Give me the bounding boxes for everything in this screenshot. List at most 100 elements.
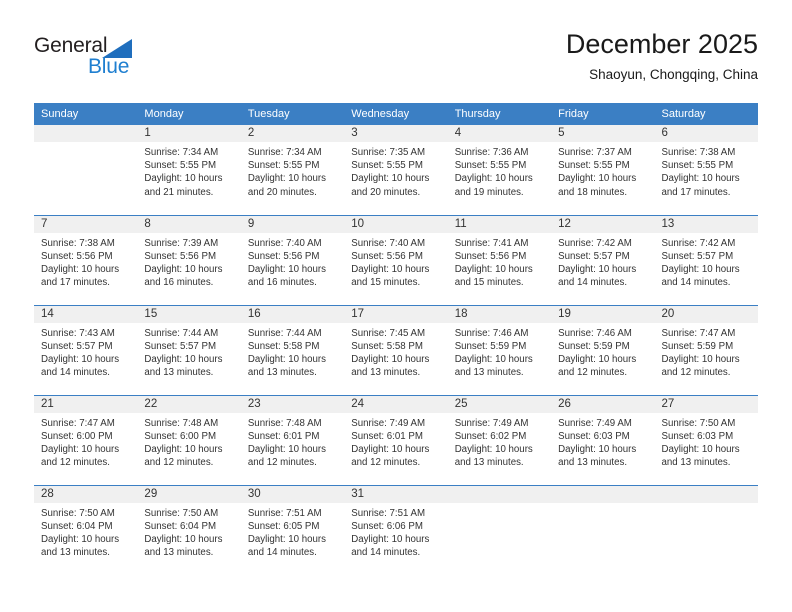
sunset-text: Sunset: 5:55 PM <box>144 160 217 172</box>
sunrise-text: Sunrise: 7:50 AM <box>144 507 219 519</box>
daylight-text: Daylight: 10 hours and 15 minutes. <box>454 263 533 289</box>
day-cell[interactable]: 14 Sunrise: 7:43 AM Sunset: 5:57 PM Dayligh… <box>34 304 138 395</box>
page-title: December 2025 <box>565 29 758 59</box>
sunset-text: Sunset: 6:04 PM <box>41 520 113 532</box>
day-cell[interactable]: 10 Sunrise: 7:40 AM Sunset: 5:56 PM Dayligh… <box>344 214 448 305</box>
daylight-text: Daylight: 10 hours and 13 minutes. <box>661 443 740 469</box>
day-cell[interactable]: 23 Sunrise: 7:48 AM Sunset: 6:01 PM Dayligh… <box>240 394 345 485</box>
day-cell[interactable]: 7 Sunrise: 7:38 AM Sunset: 5:56 PM Daylight… <box>34 214 138 305</box>
day-number: 24 <box>344 395 448 413</box>
sunset-text: Sunset: 5:59 PM <box>454 340 527 352</box>
day-cell[interactable]: 30 Sunrise: 7:51 AM Sunset: 6:05 PM Dayligh… <box>240 484 345 575</box>
sunrise-text: Sunrise: 7:42 AM <box>661 237 736 249</box>
day-cell-empty <box>447 484 552 575</box>
sunrise-text: Sunrise: 7:49 AM <box>558 417 632 429</box>
day-cell[interactable]: 6 Sunrise: 7:38 AM Sunset: 5:55 PM Daylight… <box>654 125 758 215</box>
day-cell[interactable]: 16 Sunrise: 7:44 AM Sunset: 5:58 PM Dayligh… <box>240 304 345 395</box>
day-cell[interactable]: 4 Sunrise: 7:36 AM Sunset: 5:55 PM Daylight… <box>447 125 552 215</box>
day-number: 15 <box>137 305 241 323</box>
day-details: Sunrise: 7:46 AM Sunset: 5:59 PM Daylight:… <box>448 323 551 380</box>
day-number: 3 <box>344 125 448 142</box>
sunrise-text: Sunrise: 7:35 AM <box>351 147 426 158</box>
day-cell[interactable]: 26 Sunrise: 7:49 AM Sunset: 6:03 PM Dayligh… <box>551 394 655 485</box>
daylight-text: Daylight: 10 hours and 16 minutes. <box>144 263 223 289</box>
sunrise-text: Sunrise: 7:41 AM <box>454 237 529 249</box>
day-cell[interactable]: 15 Sunrise: 7:44 AM Sunset: 5:57 PM Dayligh… <box>137 304 241 395</box>
day-cell[interactable]: 8 Sunrise: 7:39 AM Sunset: 5:56 PM Daylight… <box>137 214 241 305</box>
sunset-text: Sunset: 5:59 PM <box>661 340 734 352</box>
sunrise-text: Sunrise: 7:45 AM <box>351 327 426 339</box>
day-cell[interactable]: 22 Sunrise: 7:48 AM Sunset: 6:00 PM Dayligh… <box>137 394 241 485</box>
day-details: Sunrise: 7:40 AM Sunset: 5:56 PM Daylight:… <box>344 233 447 290</box>
sunrise-text: Sunrise: 7:51 AM <box>351 507 426 519</box>
day-details: Sunrise: 7:40 AM Sunset: 5:56 PM Daylight:… <box>241 233 344 290</box>
day-cell[interactable]: 29 Sunrise: 7:50 AM Sunset: 6:04 PM Dayligh… <box>137 484 241 575</box>
sunset-text: Sunset: 6:00 PM <box>144 430 217 442</box>
daylight-text: Daylight: 10 hours and 18 minutes. <box>558 173 637 198</box>
daylight-text: Daylight: 10 hours and 13 minutes. <box>454 353 533 379</box>
daylight-text: Daylight: 10 hours and 13 minutes. <box>454 443 533 469</box>
day-cell[interactable]: 20 Sunrise: 7:47 AM Sunset: 5:59 PM Dayligh… <box>654 304 758 395</box>
sunset-text: Sunset: 5:56 PM <box>454 250 527 262</box>
day-number <box>551 485 655 503</box>
sunset-text: Sunset: 6:06 PM <box>351 520 423 532</box>
day-details: Sunrise: 7:50 AM Sunset: 6:03 PM Daylight:… <box>655 413 758 470</box>
day-cell[interactable]: 19 Sunrise: 7:46 AM Sunset: 5:59 PM Dayligh… <box>551 304 655 395</box>
sunrise-text: Sunrise: 7:39 AM <box>144 237 219 249</box>
calendar-week-row: 28 Sunrise: 7:50 AM Sunset: 6:04 PM Dayligh… <box>34 484 758 575</box>
sunset-text: Sunset: 6:03 PM <box>661 430 734 442</box>
day-details: Sunrise: 7:48 AM Sunset: 6:00 PM Daylight:… <box>137 413 240 470</box>
day-number: 28 <box>34 485 138 503</box>
day-cell[interactable]: 31 Sunrise: 7:51 AM Sunset: 6:06 PM Dayligh… <box>344 484 448 575</box>
day-cell[interactable]: 1 Sunrise: 7:34 AM Sunset: 5:55 PM Daylight… <box>137 125 241 215</box>
weekday-header-thursday: Thursday <box>447 103 552 125</box>
sunset-text: Sunset: 5:57 PM <box>41 340 113 352</box>
day-details: Sunrise: 7:42 AM Sunset: 5:57 PM Daylight:… <box>551 233 654 290</box>
day-number: 10 <box>344 215 448 233</box>
day-cell[interactable]: 27 Sunrise: 7:50 AM Sunset: 6:03 PM Dayligh… <box>654 394 758 485</box>
daylight-text: Daylight: 10 hours and 12 minutes. <box>661 353 740 379</box>
day-details: Sunrise: 7:50 AM Sunset: 6:04 PM Daylight:… <box>34 503 137 560</box>
sunrise-text: Sunrise: 7:50 AM <box>661 417 736 429</box>
daylight-text: Daylight: 10 hours and 13 minutes. <box>351 353 430 379</box>
day-cell[interactable]: 13 Sunrise: 7:42 AM Sunset: 5:57 PM Dayligh… <box>654 214 758 305</box>
sunrise-text: Sunrise: 7:49 AM <box>454 417 529 429</box>
sunset-text: Sunset: 6:04 PM <box>144 520 217 532</box>
day-cell[interactable]: 5 Sunrise: 7:37 AM Sunset: 5:55 PM Daylight… <box>551 125 655 215</box>
sunset-text: Sunset: 5:56 PM <box>247 250 320 262</box>
daylight-text: Daylight: 10 hours and 16 minutes. <box>247 263 326 289</box>
day-details: Sunrise: 7:49 AM Sunset: 6:02 PM Daylight:… <box>448 413 551 470</box>
day-details: Sunrise: 7:36 AM Sunset: 5:55 PM Daylight:… <box>448 142 551 199</box>
sunset-text: Sunset: 6:01 PM <box>351 430 423 442</box>
daylight-text: Daylight: 10 hours and 13 minutes. <box>144 353 223 379</box>
generalblue-logo[interactable]: General Blue <box>34 34 154 84</box>
day-cell[interactable]: 21 Sunrise: 7:47 AM Sunset: 6:00 PM Dayligh… <box>34 394 138 485</box>
day-details: Sunrise: 7:35 AM Sunset: 5:55 PM Daylight:… <box>344 142 447 199</box>
sunset-text: Sunset: 5:59 PM <box>558 340 630 352</box>
calendar-table: Sunday Monday Tuesday Wednesday Thursday Frid… <box>34 103 758 575</box>
day-number: 26 <box>551 395 655 413</box>
sunset-text: Sunset: 5:56 PM <box>144 250 217 262</box>
day-cell[interactable]: 3 Sunrise: 7:35 AM Sunset: 5:55 PM Daylight… <box>344 125 448 215</box>
day-cell[interactable]: 24 Sunrise: 7:49 AM Sunset: 6:01 PM Dayligh… <box>344 394 448 485</box>
calendar-header-row: Sunday Monday Tuesday Wednesday Thursday Frid… <box>34 103 758 125</box>
day-cell[interactable]: 9 Sunrise: 7:40 AM Sunset: 5:56 PM Daylight… <box>240 214 345 305</box>
day-cell[interactable]: 18 Sunrise: 7:46 AM Sunset: 5:59 PM Dayligh… <box>447 304 552 395</box>
sunset-text: Sunset: 5:56 PM <box>351 250 423 262</box>
day-number: 25 <box>447 395 552 413</box>
sunset-text: Sunset: 5:58 PM <box>247 340 320 352</box>
sunset-text: Sunset: 5:55 PM <box>351 160 423 172</box>
day-cell[interactable]: 11 Sunrise: 7:41 AM Sunset: 5:56 PM Dayligh… <box>447 214 552 305</box>
daylight-text: Daylight: 10 hours and 13 minutes. <box>41 533 120 559</box>
day-cell[interactable]: 17 Sunrise: 7:45 AM Sunset: 5:58 PM Dayligh… <box>344 304 448 395</box>
sunset-text: Sunset: 6:02 PM <box>454 430 527 442</box>
sunrise-text: Sunrise: 7:50 AM <box>41 507 115 519</box>
day-details: Sunrise: 7:51 AM Sunset: 6:06 PM Daylight:… <box>344 503 447 560</box>
sunrise-text: Sunrise: 7:47 AM <box>661 327 736 339</box>
sunrise-text: Sunrise: 7:48 AM <box>247 417 322 429</box>
day-cell[interactable]: 12 Sunrise: 7:42 AM Sunset: 5:57 PM Dayligh… <box>551 214 655 305</box>
day-cell[interactable]: 25 Sunrise: 7:49 AM Sunset: 6:02 PM Dayligh… <box>447 394 552 485</box>
sunset-text: Sunset: 5:55 PM <box>454 160 527 172</box>
day-cell[interactable]: 28 Sunrise: 7:50 AM Sunset: 6:04 PM Dayligh… <box>34 484 138 575</box>
day-cell[interactable]: 2 Sunrise: 7:34 AM Sunset: 5:55 PM Daylight… <box>240 125 345 215</box>
